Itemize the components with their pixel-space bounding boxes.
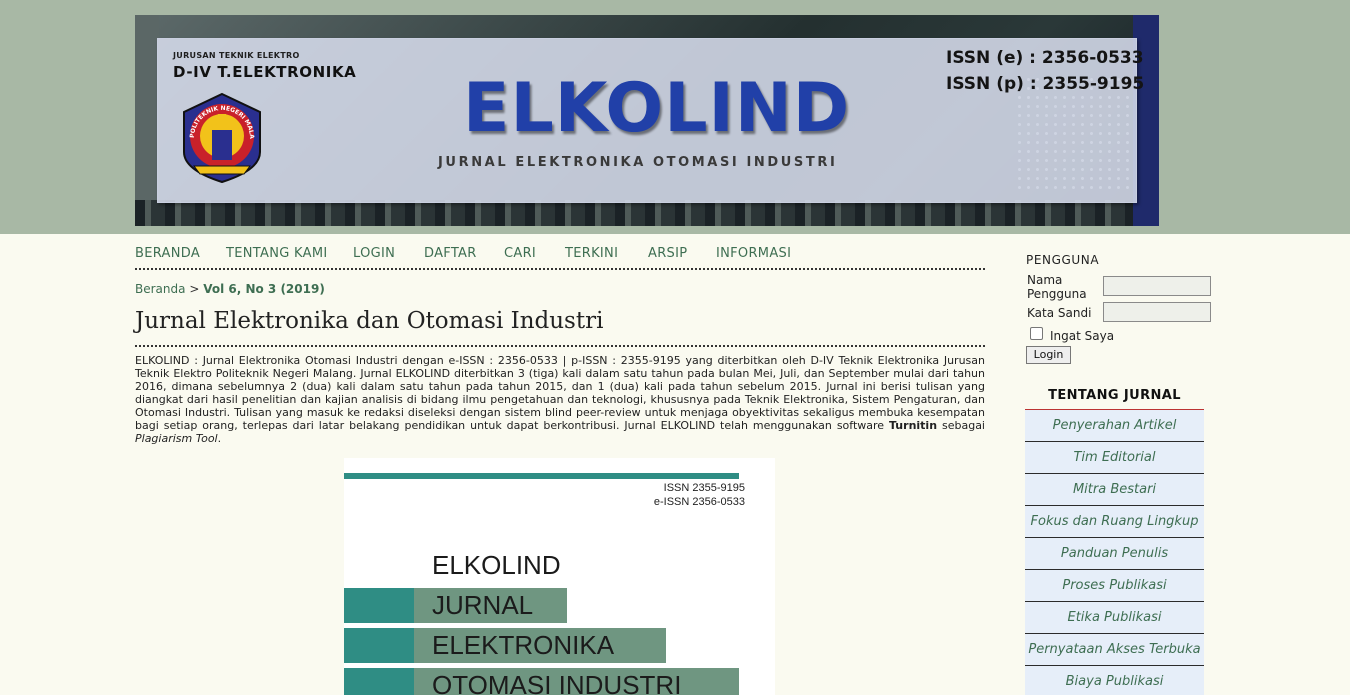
remember-me-checkbox[interactable] [1030,327,1043,340]
cover-block-teal-3 [344,668,414,695]
menu-item-proses-publikasi[interactable]: Proses Publikasi [1025,570,1204,602]
menu-item-akses-terbuka[interactable]: Pernyataan Akses Terbuka [1025,634,1204,666]
nav-login[interactable]: LOGIN [353,246,395,261]
main-navigation: BERANDA TENTANG KAMI LOGIN DAFTAR CARI T… [135,246,985,270]
issn-print: ISSN (p) : 2355-9195 [946,74,1145,94]
menu-item-mitra-bestari[interactable]: Mitra Bestari [1025,474,1204,506]
journal-cover-image: ISSN 2355-9195 e-ISSN 2356-0533 ELKOLIND… [344,458,775,695]
issn-electronic: ISSN (e) : 2356-0533 [946,48,1144,68]
breadcrumb: Beranda > Vol 6, No 3 (2019) [135,282,325,296]
breadcrumb-home[interactable]: Beranda [135,282,185,296]
program-label: D-IV T.ELEKTRONIKA [173,63,357,81]
cover-title-line3: ELEKTRONIKA [432,630,615,660]
menu-item-tim-editorial[interactable]: Tim Editorial [1025,442,1204,474]
menu-item-biaya-publikasi[interactable]: Biaya Publikasi [1025,666,1204,695]
breadcrumb-current[interactable]: Vol 6, No 3 (2019) [203,282,325,296]
page-title: Jurnal Elektronika dan Otomasi Industri [135,308,985,347]
user-heading: PENGGUNA [1026,253,1100,267]
description-end: . [217,432,222,445]
password-label: Kata Sandi [1027,306,1092,320]
password-input[interactable] [1103,302,1211,322]
nav-tentang-kami[interactable]: TENTANG KAMI [226,246,327,261]
remember-me-label: Ingat Saya [1050,329,1115,343]
polinema-logo-icon: POLITEKNIK NEGERI MALANG [174,90,261,184]
menu-item-penyerahan-artikel[interactable]: Penyerahan Artikel [1025,410,1204,442]
journal-subtitle: JURNAL ELEKTRONIKA OTOMASI INDUSTRI [438,155,838,170]
about-journal-menu: Penyerahan Artikel Tim Editorial Mitra B… [1025,410,1204,695]
username-input[interactable] [1103,276,1211,296]
cover-block-teal-1 [344,588,414,623]
circuit-board-edge [135,15,159,226]
issn-block: ISSN (e) : 2356-0533 ISSN (p) : 2355-919… [946,45,1144,97]
cover-eissn: e-ISSN 2356-0533 [653,496,745,508]
journal-banner: JURUSAN TEKNIK ELEKTRO D-IV T.ELEKTRONIK… [135,15,1159,226]
cover-block-teal-2 [344,628,414,663]
nav-beranda[interactable]: BERANDA [135,246,200,261]
nav-cari[interactable]: CARI [504,246,536,261]
menu-item-panduan-penulis[interactable]: Panduan Penulis [1025,538,1204,570]
cover-title-line2: JURNAL [432,590,534,620]
circuit-chip-strip [135,200,1159,226]
menu-item-fokus-ruang-lingkup[interactable]: Fokus dan Ruang Lingkup [1025,506,1204,538]
nav-informasi[interactable]: INFORMASI [716,246,791,261]
description-mid: sebagai [937,419,985,432]
description-bold: Turnitin [889,419,938,432]
nav-daftar[interactable]: DAFTAR [424,246,477,261]
about-journal-heading: TENTANG JURNAL [1025,384,1204,410]
cover-top-bar [344,473,739,479]
description-italic: Plagiarism Tool [135,432,218,445]
breadcrumb-separator: > [189,282,200,296]
cover-title-line1: ELKOLIND [432,550,561,580]
nav-terkini[interactable]: TERKINI [565,246,618,261]
description-text: ELKOLIND : Jurnal Elektronika Otomasi In… [135,354,985,432]
username-label: Nama Pengguna [1027,273,1087,301]
department-label: JURUSAN TEKNIK ELEKTRO [173,51,300,60]
nav-arsip[interactable]: ARSIP [648,246,687,261]
journal-description: ELKOLIND : Jurnal Elektronika Otomasi In… [135,354,985,445]
cover-issn: ISSN 2355-9195 [663,482,745,494]
login-button[interactable]: Login [1026,346,1071,364]
menu-item-etika-publikasi[interactable]: Etika Publikasi [1025,602,1204,634]
cover-title-line4: OTOMASI INDUSTRI [432,670,682,695]
journal-title: ELKOLIND [463,69,851,148]
